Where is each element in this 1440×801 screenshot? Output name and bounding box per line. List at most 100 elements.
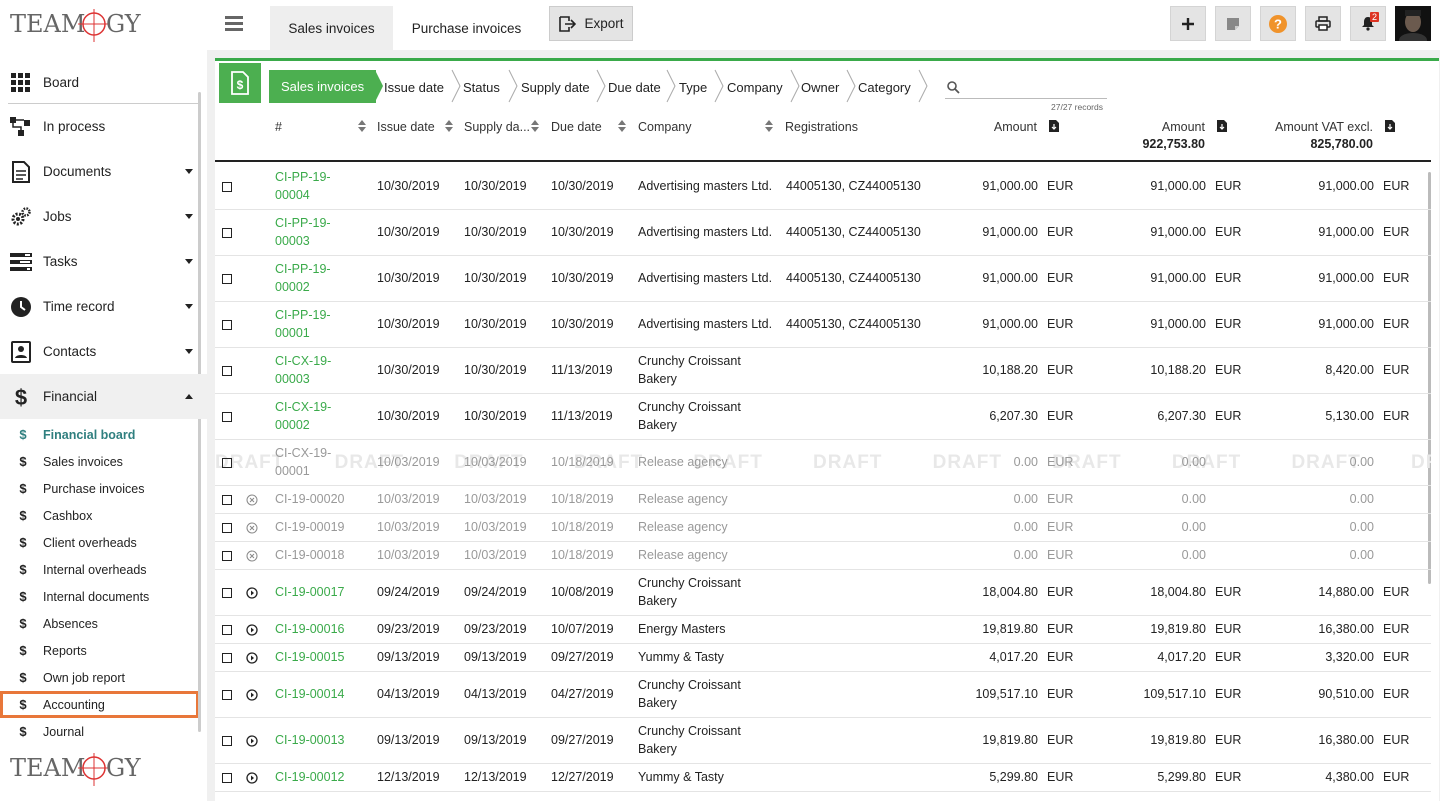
sidebar-subitem-internal-overheads[interactable]: $ Internal overheads <box>0 556 207 583</box>
row-checkbox[interactable] <box>222 773 232 783</box>
notifications-button[interactable]: 2 <box>1350 6 1386 41</box>
sidebar-subitem-absences[interactable]: $ Absences <box>0 610 207 637</box>
filter-crumb-due-date[interactable]: Due date <box>608 71 661 103</box>
filter-crumb-owner[interactable]: Owner <box>801 71 839 103</box>
sidebar-subitem-reports[interactable]: $ Reports <box>0 637 207 664</box>
table-row[interactable]: CI-PP-19- 00003 10/30/2019 10/30/2019 10/30/… <box>215 210 1431 256</box>
add-button[interactable] <box>1170 6 1206 41</box>
print-button[interactable] <box>1305 6 1341 41</box>
table-row[interactable]: CI-19-00013 09/13/2019 09/13/2019 09/27/201… <box>215 718 1431 764</box>
row-checkbox[interactable] <box>222 653 232 663</box>
sidebar-subitem-own-job-report[interactable]: $ Own job report <box>0 664 207 691</box>
caret-up-icon[interactable] <box>185 394 193 399</box>
sidebar-subitem-cashbox[interactable]: $ Cashbox <box>0 502 207 529</box>
invoice-number[interactable]: CI-PP-19- <box>275 262 331 276</box>
search-input[interactable] <box>965 79 1105 97</box>
download-icon[interactable] <box>1049 120 1059 132</box>
sidebar-item-board[interactable]: Board <box>8 62 199 104</box>
invoice-number[interactable]: CI-19-00014 <box>275 687 345 701</box>
header-registrations[interactable]: Registrations <box>785 120 858 134</box>
row-checkbox[interactable] <box>222 458 232 468</box>
header-due-date[interactable]: Due date <box>551 120 602 134</box>
sidebar-item-documents[interactable]: Documents <box>0 149 207 194</box>
table-row[interactable]: CI-19-00012 12/13/2019 12/13/2019 12/27/201… <box>215 764 1431 792</box>
invoice-number-suffix[interactable]: 00001 <box>275 464 310 478</box>
invoice-number[interactable]: CI-19-00012 <box>275 770 345 784</box>
sidebar-subitem-client-overheads[interactable]: $ Client overheads <box>0 529 207 556</box>
row-checkbox[interactable] <box>222 182 232 192</box>
row-checkbox[interactable] <box>222 690 232 700</box>
filter-crumb-status[interactable]: Status <box>463 71 500 103</box>
sort-icon[interactable] <box>531 120 539 132</box>
row-checkbox[interactable] <box>222 366 232 376</box>
export-button[interactable]: Export <box>549 6 633 41</box>
filter-crumb-issue-date[interactable]: Issue date <box>384 71 444 103</box>
sidebar-item-contacts[interactable]: Contacts <box>0 329 207 374</box>
row-checkbox[interactable] <box>222 228 232 238</box>
table-row[interactable]: CI-19-00014 04/13/2019 04/13/2019 04/27/201… <box>215 672 1431 718</box>
caret-down-icon[interactable] <box>185 259 193 264</box>
filter-crumb-category[interactable]: Category <box>858 71 911 103</box>
sort-icon[interactable] <box>765 120 773 132</box>
filter-crumb-sales-invoices[interactable]: Sales invoices <box>269 70 377 103</box>
row-checkbox[interactable] <box>222 495 232 505</box>
invoice-number[interactable]: CI-PP-19- <box>275 216 331 230</box>
note-button[interactable] <box>1215 6 1251 41</box>
sort-icon[interactable] <box>445 120 453 132</box>
sort-icon[interactable] <box>618 120 626 132</box>
invoice-number-suffix[interactable]: 00002 <box>275 280 310 294</box>
hamburger-menu-icon[interactable] <box>225 16 243 32</box>
invoice-number[interactable]: CI-19-00017 <box>275 585 345 599</box>
invoice-number-suffix[interactable]: 00002 <box>275 418 310 432</box>
user-avatar[interactable] <box>1395 6 1431 41</box>
help-button[interactable]: ? <box>1260 6 1296 41</box>
sidebar-subitem-internal-documents[interactable]: $ Internal documents <box>0 583 207 610</box>
invoice-number[interactable]: CI-19-00016 <box>275 622 345 636</box>
header-company[interactable]: Company <box>638 120 692 134</box>
row-checkbox[interactable] <box>222 588 232 598</box>
row-checkbox[interactable] <box>222 320 232 330</box>
row-checkbox[interactable] <box>222 551 232 561</box>
filter-crumb-company[interactable]: Company <box>727 71 783 103</box>
caret-down-icon[interactable] <box>185 214 193 219</box>
caret-down-icon[interactable] <box>185 349 193 354</box>
row-checkbox[interactable] <box>222 625 232 635</box>
sidebar-item-time-record[interactable]: Time record <box>0 284 207 329</box>
table-row[interactable]: CI-PP-19- 00004 10/30/2019 10/30/2019 10/30/… <box>215 164 1431 210</box>
table-row[interactable]: CI-PP-19- 00002 10/30/2019 10/30/2019 10/30/… <box>215 256 1431 302</box>
invoice-number[interactable]: CI-PP-19- <box>275 308 331 322</box>
invoice-number[interactable]: CI-CX-19- <box>275 354 331 368</box>
sidebar-item-in-process[interactable]: In process <box>0 104 207 149</box>
header-number[interactable]: # <box>275 120 282 134</box>
tab-sales-invoices[interactable]: Sales invoices <box>270 6 393 50</box>
table-row[interactable]: CI-19-00015 09/13/2019 09/13/2019 09/27/201… <box>215 644 1431 672</box>
header-amount-total[interactable]: Amount 922,753.80 <box>1095 120 1205 151</box>
table-row[interactable]: CI-PP-19- 00001 10/30/2019 10/30/2019 10/30/… <box>215 302 1431 348</box>
table-row[interactable]: CI-CX-19- 00002 10/30/2019 10/30/2019 11/13/… <box>215 394 1431 440</box>
invoice-number[interactable]: CI-19-00013 <box>275 733 345 747</box>
invoice-number[interactable]: CI-19-00015 <box>275 650 345 664</box>
caret-down-icon[interactable] <box>185 304 193 309</box>
invoice-document-icon[interactable]: $ <box>219 63 261 103</box>
row-checkbox[interactable] <box>222 274 232 284</box>
invoice-number-suffix[interactable]: 00001 <box>275 326 310 340</box>
table-row[interactable]: CI-19-00017 09/24/2019 09/24/2019 10/08/201… <box>215 570 1431 616</box>
invoice-number[interactable]: CI-19-00020 <box>275 492 345 506</box>
header-issue-date[interactable]: Issue date <box>377 120 435 134</box>
filter-crumb-type[interactable]: Type <box>679 71 707 103</box>
sort-icon[interactable] <box>358 120 366 132</box>
table-row[interactable]: CI-19-00019 10/03/2019 10/03/2019 10/18/201… <box>215 514 1431 542</box>
header-supply-date[interactable]: Supply da... <box>464 120 530 134</box>
header-amount-vat-excl[interactable]: Amount VAT excl. 825,780.00 <box>1245 120 1373 151</box>
download-icon[interactable] <box>1385 120 1395 132</box>
download-icon[interactable] <box>1217 120 1227 132</box>
invoice-number-suffix[interactable]: 00003 <box>275 372 310 386</box>
sidebar-item-financial[interactable]: $ Financial <box>0 374 207 419</box>
invoice-number-suffix[interactable]: 00003 <box>275 234 310 248</box>
table-row[interactable]: CI-CX-19- 00003 10/30/2019 10/30/2019 11/13/… <box>215 348 1431 394</box>
sidebar-subitem-sales-invoices[interactable]: $ Sales invoices <box>0 448 207 475</box>
table-row[interactable]: DRAFT DRAFT DRAFT DRAFT DRAFT DRAFT DRAF… <box>215 440 1431 486</box>
sidebar-subitem-financial-board[interactable]: $ Financial board <box>0 421 207 448</box>
sidebar-item-tasks[interactable]: Tasks <box>0 239 207 284</box>
teamogy-logo[interactable]: TEAM GY <box>8 6 148 50</box>
